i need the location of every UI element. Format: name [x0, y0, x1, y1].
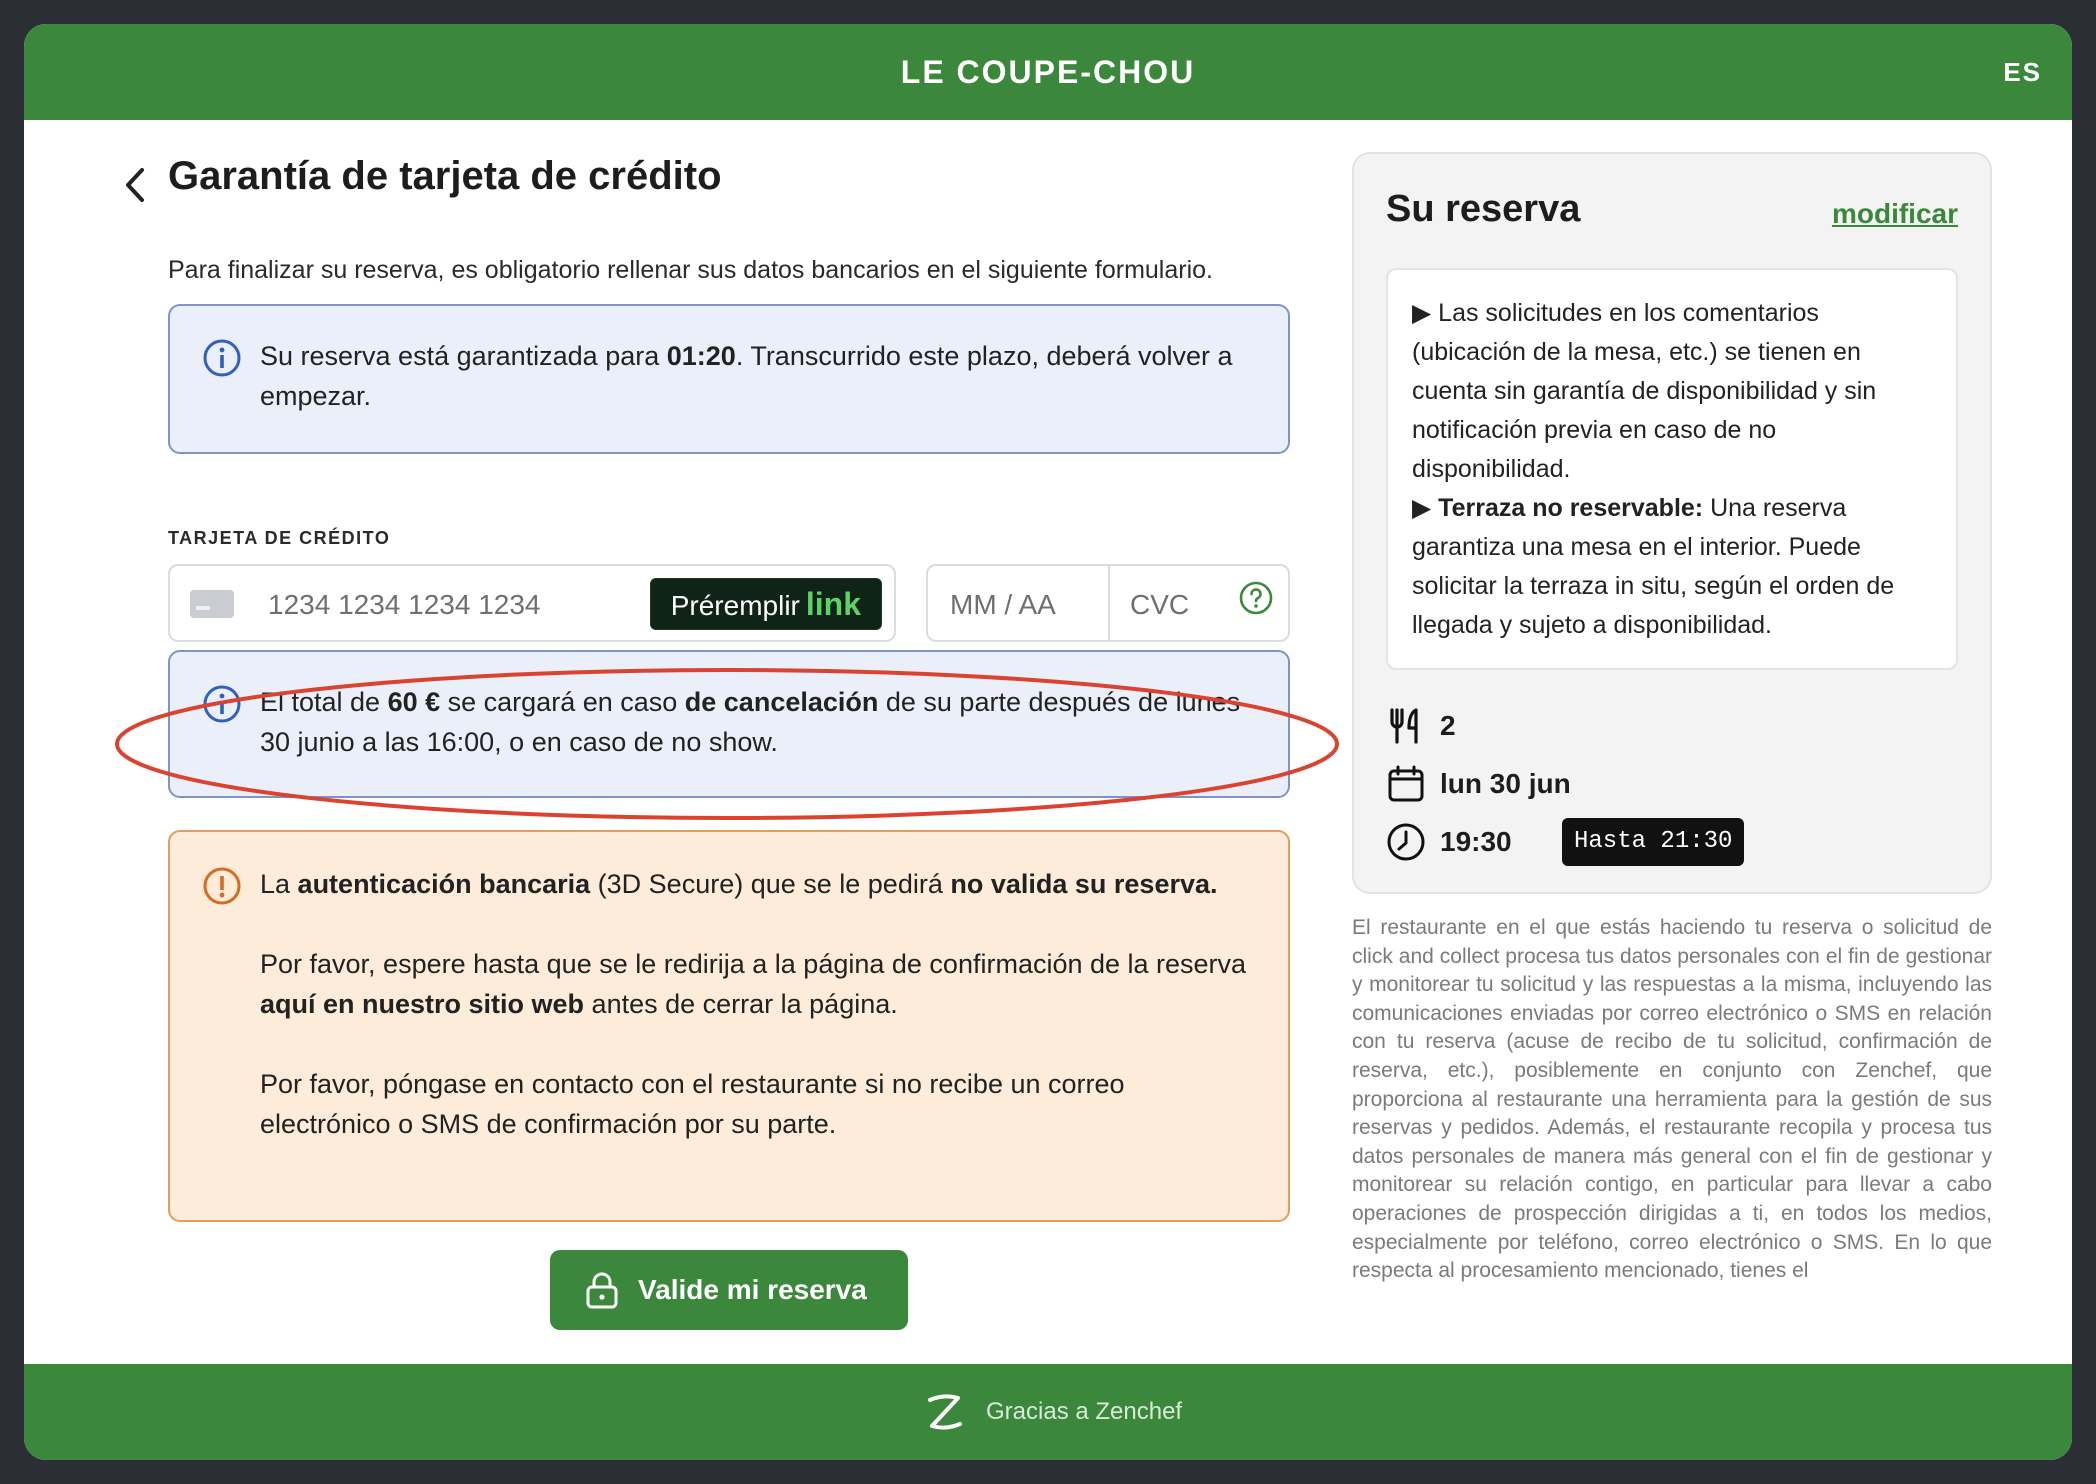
timer-alert-text: Su reserva está garantizada para 01:20. …: [260, 341, 1233, 411]
auth-warning-text: La autenticación bancaria (3D Secure) qu…: [260, 864, 1258, 1144]
restaurant-name: LE COUPE-CHOU: [900, 54, 1196, 90]
reservation-title: Su reserva: [1386, 188, 1581, 230]
info-icon: [203, 685, 241, 723]
note-comments: ▶ Las solicitudes en los comentarios (ub…: [1412, 299, 1877, 483]
clock-icon: [1387, 823, 1425, 861]
timer-alert: Su reserva está garantizada para 01:20. …: [168, 304, 1290, 454]
page-title: Garantía de tarjeta de crédito: [168, 154, 722, 198]
info-icon: [203, 339, 241, 377]
expiry-cvc-field: [926, 564, 1290, 642]
reservation-date: lun 30 jun: [1440, 768, 1571, 799]
expiry-input[interactable]: [948, 584, 1092, 626]
language-switcher[interactable]: ES: [2003, 24, 2042, 120]
note-terrace: ▶ Terraza no reservable: Una reserva gar…: [1412, 494, 1895, 639]
validate-reservation-button[interactable]: Valide mi reserva: [550, 1250, 908, 1330]
link-logo: link: [805, 586, 861, 622]
privacy-notice: El restaurante en el que estás haciendo …: [1352, 916, 1992, 1283]
warning-icon: [203, 867, 241, 905]
link-prefill-button[interactable]: Préremplir link: [649, 578, 882, 630]
guest-count: 2: [1440, 710, 1456, 741]
chevron-left-icon[interactable]: [116, 160, 156, 210]
cutlery-icon: [1390, 708, 1418, 744]
lock-icon: [586, 1272, 618, 1309]
cancellation-alert: El total de 60 € se cargará en caso de c…: [168, 650, 1290, 798]
booking-window: LE COUPE-CHOU ES Garantía de tarjeta de …: [24, 24, 2072, 1460]
field-divider: [1108, 566, 1110, 640]
calendar-icon: [1388, 765, 1424, 802]
footer: Gracias a Zenchef: [24, 1364, 2072, 1460]
auth-warning: La autenticación bancaria (3D Secure) qu…: [168, 830, 1290, 1222]
auth-warning-paragraph-2: Por favor, espere hasta que se le rediri…: [260, 949, 1247, 1019]
card-number-input[interactable]: [266, 584, 610, 626]
reservation-notes: ▶ Las solicitudes en los comentarios (ub…: [1386, 268, 1958, 670]
footer-credit[interactable]: Gracias a Zenchef: [986, 1364, 1182, 1460]
credit-card-icon: [190, 590, 234, 618]
zenchef-logo-icon: [928, 1394, 962, 1430]
auth-warning-paragraph-1: La autenticación bancaria (3D Secure) qu…: [260, 869, 1218, 899]
modify-link[interactable]: modificar: [1832, 198, 1958, 230]
until-badge: Hasta 21:30: [1562, 818, 1745, 866]
help-icon[interactable]: [1238, 580, 1274, 616]
time-detail: 19:30 Hasta 21:30: [1386, 818, 1946, 868]
auth-warning-paragraph-3: Por favor, póngase en contacto con el re…: [260, 1069, 1125, 1139]
validate-reservation-label: Valide mi reserva: [638, 1274, 867, 1305]
page-subtitle: Para finalizar su reserva, es obligatori…: [168, 256, 1213, 284]
reservation-time: 19:30: [1440, 826, 1512, 857]
card-section-label: TARJETA DE CRÉDITO: [168, 528, 391, 548]
top-bar: LE COUPE-CHOU ES: [24, 24, 2072, 120]
card-number-field[interactable]: Préremplirlink: [168, 564, 896, 642]
cvc-input[interactable]: [1128, 584, 1222, 626]
reservation-summary: Su reserva modificar ▶ Las solicitudes e…: [1352, 152, 1992, 894]
cancellation-alert-text: El total de 60 € se cargará en caso de c…: [260, 687, 1241, 757]
